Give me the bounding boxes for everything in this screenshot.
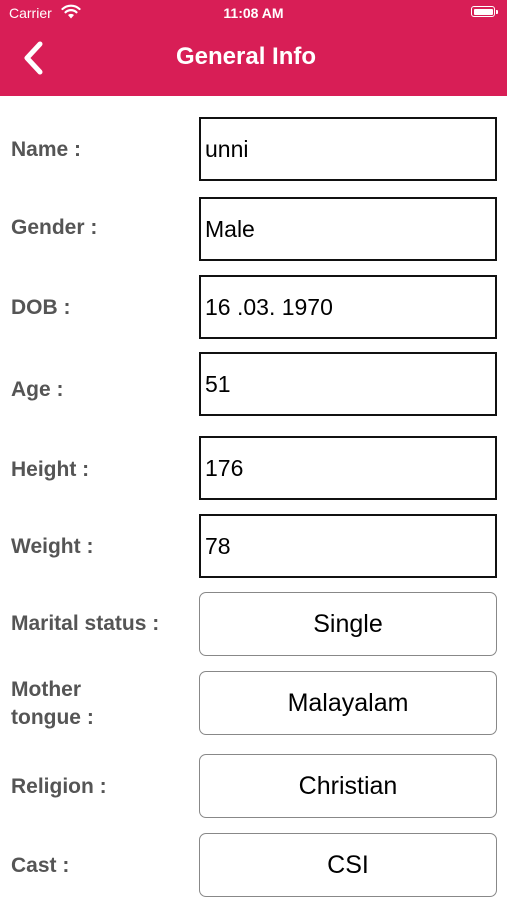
battery-icon — [471, 6, 498, 17]
marital-status-label: Marital status : — [11, 612, 160, 635]
gender-label: Gender : — [11, 216, 98, 239]
age-field[interactable]: 51 — [199, 352, 497, 416]
status-time: 11:08 AM — [223, 5, 284, 21]
mother-tongue-label: Mother tongue : — [11, 676, 191, 732]
dob-label: DOB : — [11, 296, 71, 319]
name-label: Name : — [11, 138, 82, 161]
dob-field[interactable]: 16 .03. 1970 — [199, 275, 497, 339]
religion-select[interactable]: Christian — [199, 754, 497, 818]
height-field[interactable]: 176 — [199, 436, 497, 500]
navigation-bar: General Info — [0, 26, 507, 96]
weight-field[interactable]: 78 — [199, 514, 497, 578]
religion-label: Religion : — [11, 775, 107, 798]
name-field[interactable]: unni — [199, 117, 497, 181]
mother-tongue-label-line1: Mother — [11, 678, 81, 701]
age-label: Age : — [11, 378, 64, 401]
gender-field[interactable]: Male — [199, 197, 497, 261]
battery-fill — [473, 8, 493, 15]
height-label: Height : — [11, 458, 90, 481]
mother-tongue-label-line2: tongue : — [11, 706, 94, 729]
mother-tongue-select[interactable]: Malayalam — [199, 671, 497, 735]
cast-label: Cast : — [11, 854, 70, 877]
page-title: General Info — [175, 43, 317, 70]
marital-status-select[interactable]: Single — [199, 592, 497, 656]
status-bar: Carrier 11:08 AM — [0, 0, 507, 26]
cast-select[interactable]: CSI — [199, 833, 497, 897]
weight-label: Weight : — [11, 535, 94, 558]
